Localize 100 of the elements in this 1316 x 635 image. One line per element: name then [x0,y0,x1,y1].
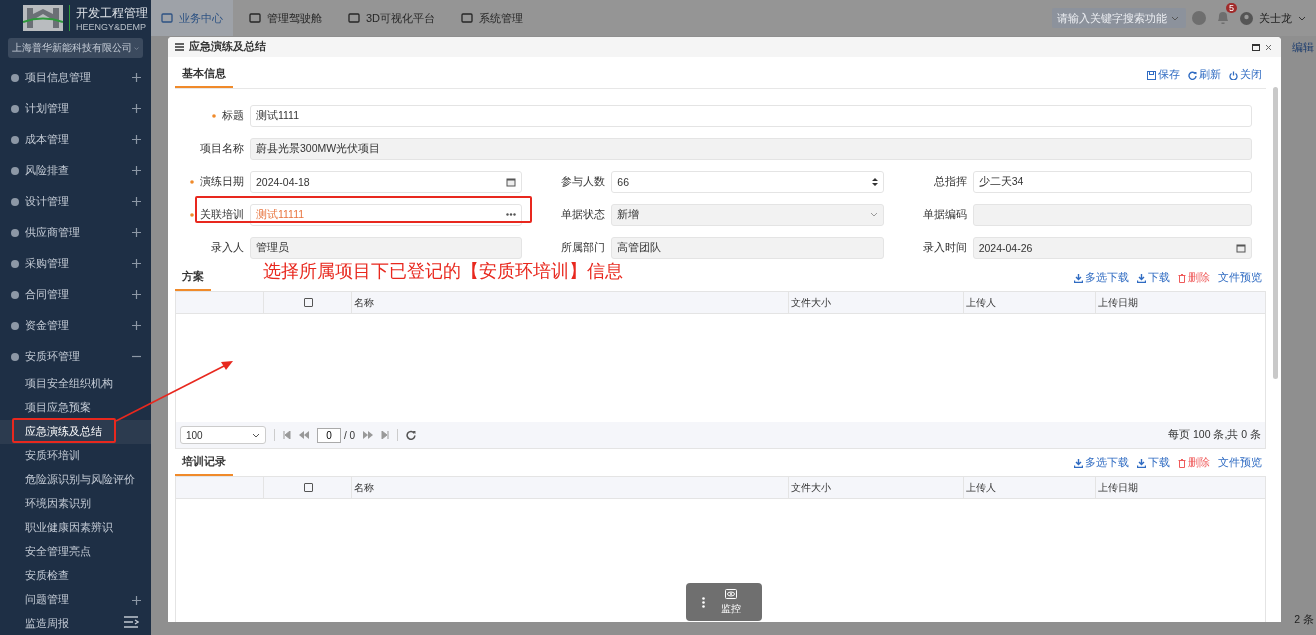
toolbar-link[interactable]: 下载 [1137,271,1170,291]
sidebar-subitem[interactable]: 应急演练及总结 [0,420,151,444]
previous-page-icon[interactable] [299,431,309,439]
sidebar-item[interactable]: 成本管理 [0,124,151,155]
annotation-note: 选择所属项目下已登记的【安质环培训】信息 [263,260,623,283]
toolbar-link[interactable]: 下载 [1137,456,1170,476]
toolbar-link[interactable]: 文件预览 [1218,271,1262,291]
field-label: 单据编码 [921,207,968,222]
sidebar-item[interactable]: 供应商管理 [0,217,151,248]
plus-icon [132,228,141,237]
toolbar-link[interactable]: 多选下载 [1074,271,1129,291]
page-input[interactable]: 0 [317,427,341,443]
action-link[interactable]: 刷新 [1188,68,1221,88]
field-label: 参与人数 [560,174,607,189]
chevron-down-icon [252,432,260,438]
sidebar-item[interactable]: 设计管理 [0,186,151,217]
nav-tab[interactable]: 系统管理 [451,0,534,36]
sidebar-subitem[interactable]: 安质检查 [0,564,151,588]
plus-icon [132,290,141,299]
field-label: 项目名称 [199,141,245,156]
user-name[interactable]: 关士龙 [1259,10,1292,26]
sidebar-subitem[interactable]: 危险源识别与风险评价 [0,468,151,492]
more-icon[interactable] [506,213,517,216]
plus-icon [132,197,141,206]
modal-title: 应急演练及总结 [189,40,266,54]
sidebar-item[interactable]: 采购管理 [0,248,151,279]
sidebar-subitem[interactable]: 项目应急预案 [0,396,151,420]
bell-icon[interactable] [1216,9,1230,25]
action-link[interactable]: 保存 [1147,68,1180,88]
download-icon [1137,458,1146,468]
sidebar-item[interactable]: 风险排查 [0,155,151,186]
column-header: 名称 [354,480,374,495]
sidebar-subitem[interactable]: 环境因素识别 [0,492,151,516]
plus-icon [132,73,141,82]
action-link[interactable]: 关闭 [1229,68,1262,88]
logo-icon [23,5,63,31]
toolbar-link[interactable]: 删除 [1178,271,1210,291]
page-total: / 0 [344,429,356,441]
sidebar-subitem[interactable]: 问题管理 [0,588,151,612]
save-icon [1147,70,1156,80]
page-size-select[interactable]: 100 [180,426,266,444]
required-icon [190,212,194,217]
sidebar-item[interactable]: 项目信息管理 [0,62,151,93]
field-label: 录入人 [210,240,245,255]
plus-icon [132,595,141,605]
refresh-icon[interactable] [406,430,417,440]
monitor-icon [461,13,474,23]
eye-icon [725,588,737,599]
sidebar-subitem[interactable]: 安质环培训 [0,444,151,468]
company-select[interactable]: 上海普华新能科技有限公司 [8,38,143,58]
app-title: 开发工程管理 [76,4,148,22]
kebab-icon [702,596,705,608]
trash-icon [1178,273,1186,283]
column-header: 名称 [354,295,374,310]
nav-tab[interactable]: 3D可视化平台 [338,0,446,36]
field-label: 录入时间 [921,240,968,255]
input-field[interactable]: 少二天34 [972,170,1252,193]
toolbar-link[interactable]: 多选下载 [1074,456,1129,476]
sidebar-subitem[interactable]: 职业健康因素辨识 [0,516,151,540]
pager-summary: 每页 100 条,共 0 条 [1168,428,1261,442]
trash-icon [1178,458,1186,468]
calendar-icon[interactable] [506,176,517,187]
nav-tab[interactable]: 管理驾驶舱 [239,0,332,36]
section-tab[interactable]: 基本信息 [175,67,233,88]
input-field[interactable]: 66 [611,170,884,193]
next-page-icon[interactable] [363,431,374,439]
download-icon [1074,273,1083,283]
input-field[interactable]: 2024-04-18 [250,170,523,193]
field-label: 单据状态 [560,207,607,222]
plus-icon [132,166,141,175]
sidebar-item[interactable]: 安质环管理 [0,341,151,372]
monitor-icon [348,13,360,23]
plus-icon [132,135,141,144]
field-label: 总指挥 [932,174,968,189]
required-icon [212,113,216,118]
sidebar-item[interactable]: 资金管理 [0,310,151,341]
spinner-icon[interactable] [871,176,878,187]
sidebar-item[interactable]: 合同管理 [0,279,151,310]
toolbar-link[interactable]: 删除 [1178,456,1210,476]
floating-widget[interactable]: 监控 [686,583,762,621]
close-icon[interactable] [1265,43,1272,51]
sidebar-subitem[interactable]: 项目安全组织机构 [0,372,151,396]
sidebar-subitem[interactable]: 安全管理亮点 [0,540,151,564]
column-header: 上传日期 [1098,480,1138,495]
sidebar-item[interactable]: 计划管理 [0,93,151,124]
sidebar-subitem[interactable]: 监造周报 [0,612,151,635]
last-page-icon[interactable] [381,431,390,439]
input-field[interactable]: 测试1111 [250,104,1252,127]
plus-icon [132,104,141,113]
select-all-checkbox[interactable] [304,298,313,307]
menu-collapse-icon[interactable] [123,616,139,628]
chevron-down-icon [1171,15,1179,21]
column-header: 上传人 [966,480,996,495]
toolbar-link[interactable]: 文件预览 [1218,456,1262,476]
search-field[interactable]: 请输入关键字搜索功能 [1052,8,1186,28]
select-all-checkbox[interactable] [304,483,313,492]
field-label: 标题 [175,108,250,123]
plus-icon [132,259,141,268]
first-page-icon[interactable] [283,431,291,439]
maximize-icon[interactable] [1252,43,1260,51]
